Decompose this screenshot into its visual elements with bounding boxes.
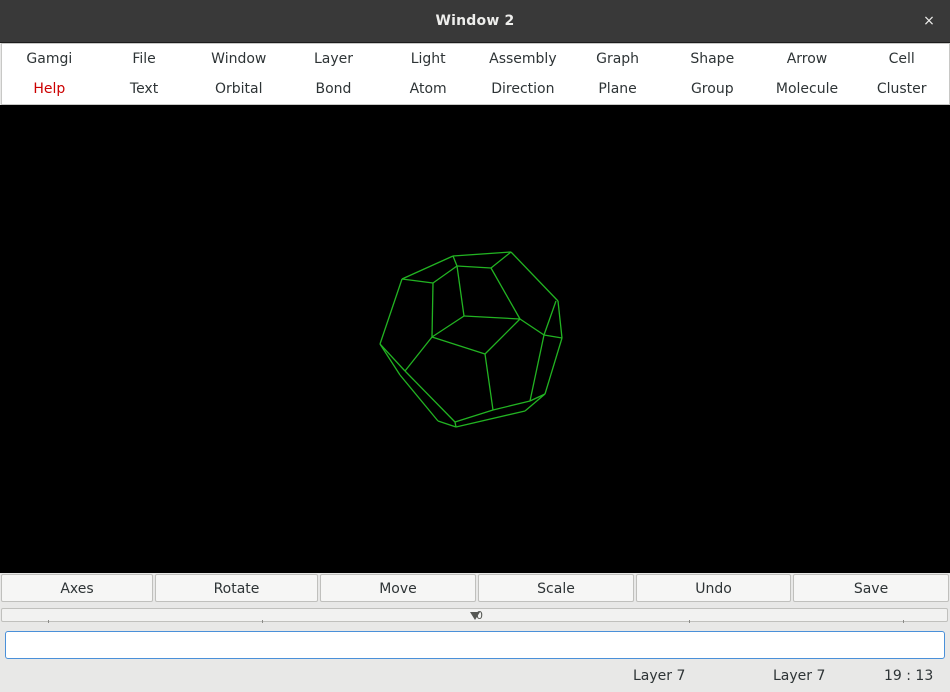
- wire-edge: [557, 300, 563, 339]
- wire-edge: [452, 251, 512, 257]
- menu-item-arrow[interactable]: Arrow: [760, 44, 855, 74]
- undo-button[interactable]: Undo: [636, 574, 791, 602]
- wire-edge: [529, 334, 545, 402]
- menu-item-cluster[interactable]: Cluster: [854, 74, 949, 104]
- title-bar[interactable]: Window 2 ×: [0, 0, 950, 43]
- wire-edge: [543, 300, 557, 336]
- menu-item-bond[interactable]: Bond: [286, 74, 381, 104]
- wire-edge: [490, 251, 512, 269]
- menu-item-atom[interactable]: Atom: [381, 74, 476, 104]
- command-input[interactable]: [5, 631, 945, 659]
- wire-edge: [452, 255, 458, 267]
- wire-edge: [431, 336, 486, 355]
- wire-edge: [463, 315, 521, 320]
- wire-edge: [492, 400, 531, 411]
- wire-edge: [404, 336, 433, 372]
- menu-item-group[interactable]: Group: [665, 74, 760, 104]
- menu-item-assembly[interactable]: Assembly: [476, 44, 571, 74]
- status-clock: 19 : 13: [884, 668, 934, 684]
- menu-item-direction[interactable]: Direction: [476, 74, 571, 104]
- scale-button[interactable]: Scale: [478, 574, 634, 602]
- window-title: Window 2: [435, 13, 515, 29]
- wire-edge: [456, 265, 465, 317]
- wire-edge: [379, 278, 403, 345]
- wire-edge: [404, 370, 456, 423]
- menu-item-file[interactable]: File: [97, 44, 192, 74]
- status-bar: Layer 7 Layer 7 19 : 13: [0, 662, 950, 690]
- rotate-button[interactable]: Rotate: [155, 574, 318, 602]
- menu-row-1: Gamgi File Window Layer Light Assembly G…: [2, 44, 949, 74]
- menu-item-plane[interactable]: Plane: [570, 74, 665, 104]
- menu-item-layer[interactable]: Layer: [286, 44, 381, 74]
- menu-item-shape[interactable]: Shape: [665, 44, 760, 74]
- menu-bar: Gamgi File Window Layer Light Assembly G…: [1, 43, 950, 105]
- wire-edge: [379, 343, 401, 376]
- axes-button[interactable]: Axes: [1, 574, 153, 602]
- menu-item-help[interactable]: Help: [2, 74, 97, 104]
- toolbar: Axes Rotate Move Scale Undo Save: [0, 574, 950, 604]
- status-current-layer: Layer 7: [633, 668, 686, 684]
- move-button[interactable]: Move: [320, 574, 476, 602]
- wire-edge: [490, 267, 521, 320]
- wire-edge: [510, 251, 559, 302]
- menu-item-orbital[interactable]: Orbital: [191, 74, 286, 104]
- status-focus-layer: Layer 7: [773, 668, 826, 684]
- dodecahedron-wireframe: [379, 251, 563, 428]
- wire-edge: [456, 265, 492, 269]
- graphics-viewport[interactable]: [0, 105, 950, 573]
- menu-item-window[interactable]: Window: [191, 44, 286, 74]
- menu-item-molecule[interactable]: Molecule: [760, 74, 855, 104]
- wire-edge: [543, 334, 563, 339]
- menu-item-gamgi[interactable]: Gamgi: [2, 44, 97, 74]
- wire-edge: [401, 278, 434, 284]
- slider-tick: [689, 620, 690, 623]
- wire-edge: [431, 315, 465, 338]
- save-button[interactable]: Save: [793, 574, 949, 602]
- wire-edge: [401, 255, 454, 280]
- close-icon[interactable]: ×: [920, 12, 938, 30]
- slider-tick: [48, 620, 49, 623]
- wire-edge: [432, 265, 458, 284]
- slider-tick: [903, 620, 904, 623]
- menu-item-light[interactable]: Light: [381, 44, 476, 74]
- wire-edge: [524, 393, 546, 412]
- menu-item-graph[interactable]: Graph: [570, 44, 665, 74]
- wire-edge: [519, 318, 545, 336]
- wire-edge: [484, 318, 521, 355]
- menu-item-text[interactable]: Text: [97, 74, 192, 104]
- menu-row-2: Help Text Orbital Bond Atom Direction Pl…: [2, 74, 949, 104]
- menu-item-cell[interactable]: Cell: [854, 44, 949, 74]
- wire-edge: [544, 337, 563, 395]
- wire-edge: [437, 420, 457, 428]
- app-window: Window 2 × Gamgi File Window Layer Light…: [0, 0, 950, 692]
- wire-edge: [484, 353, 494, 411]
- wire-edge: [379, 343, 406, 372]
- slider-value: 0: [476, 609, 483, 622]
- wire-edge: [431, 282, 434, 338]
- slider-tick: [262, 620, 263, 623]
